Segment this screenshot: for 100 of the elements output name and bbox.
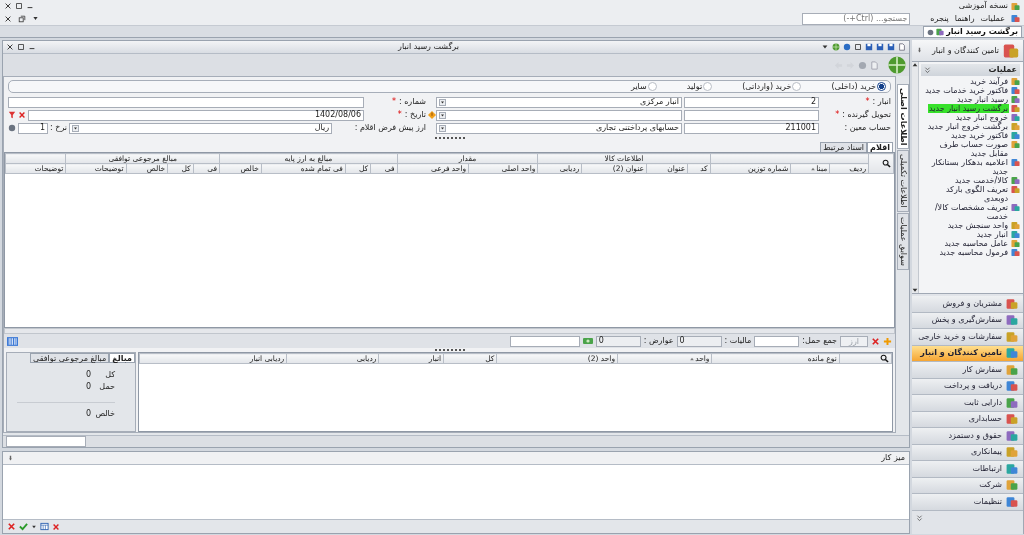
money-icon[interactable] — [582, 336, 593, 346]
search-field[interactable]: جستجو... (Ctrl+-) — [802, 12, 911, 25]
module-button[interactable]: سفارش کار — [912, 362, 1023, 379]
window-title: برگشت رسید انبار — [396, 42, 460, 52]
action-link[interactable]: صورت حساب طرف مقابل جدید — [921, 140, 1020, 158]
save-icon[interactable] — [865, 43, 873, 51]
radio-option[interactable]: خرید (داخلی) — [831, 81, 886, 92]
caret-icon[interactable] — [31, 523, 37, 530]
maximize-icon[interactable] — [15, 2, 23, 10]
action-link[interactable]: برگشت خروج انبار جدید — [921, 122, 1020, 131]
scrollbar[interactable] — [912, 62, 919, 293]
tile-icon — [1006, 396, 1018, 409]
radio-button[interactable] — [647, 82, 657, 91]
dropdown-icon[interactable] — [72, 124, 80, 132]
amount-value: 0 — [85, 381, 91, 392]
close-icon[interactable] — [927, 28, 935, 36]
dropdown-field[interactable]: انبار مرکزی — [436, 96, 682, 108]
action-link[interactable]: فرآیند خرید — [921, 77, 1020, 86]
input-field[interactable]: 0 — [595, 335, 641, 347]
barcode-icon[interactable] — [7, 335, 18, 347]
action-link[interactable]: اعلامیه بدهکار بستانکار جدید — [921, 158, 1020, 176]
input-field[interactable]: 211001 — [684, 122, 819, 134]
input-field[interactable]: 1 — [18, 122, 48, 134]
close-icon[interactable] — [4, 14, 12, 23]
filter-icon[interactable] — [8, 111, 16, 119]
pin-icon[interactable] — [7, 454, 14, 462]
module-button[interactable]: دارایی ثابت — [912, 395, 1023, 412]
restore-icon[interactable] — [18, 14, 26, 23]
side-tab[interactable]: اطلاعات تکمیلی — [897, 150, 909, 213]
side-tab[interactable]: سوابق عملیات — [897, 213, 909, 271]
tile-icon — [1011, 122, 1020, 131]
close-icon[interactable] — [6, 43, 14, 51]
save-icon[interactable] — [876, 43, 884, 51]
section-header[interactable]: عملیات — [921, 64, 1020, 76]
delete-icon[interactable] — [871, 336, 880, 346]
dropdown-icon[interactable] — [439, 111, 446, 119]
action-link[interactable]: واحد سنجش جدید — [921, 221, 1020, 230]
caret-icon[interactable] — [821, 43, 829, 51]
amount-value: 0 — [85, 370, 91, 380]
input-field[interactable] — [754, 335, 800, 347]
tab[interactable]: مبالغ مرجوعی توافقی — [30, 353, 110, 363]
action-link[interactable]: تعریف الگوی بارکد دوبعدی — [921, 185, 1020, 203]
action-link[interactable]: فاکتور خرید خدمات جدید — [921, 86, 1020, 95]
input-field[interactable] — [509, 335, 580, 347]
close-icon[interactable] — [4, 2, 12, 10]
input-field[interactable] — [684, 109, 819, 121]
module-button[interactable]: ارتباطات — [912, 461, 1023, 478]
module-button[interactable]: سفارشات و خرید خارجی — [912, 329, 1023, 346]
search-icon[interactable] — [880, 354, 889, 364]
dropdown-field[interactable]: ریال — [69, 122, 332, 134]
module-button[interactable]: حقوق و دستمزد — [912, 428, 1023, 445]
module-button[interactable]: تنظیمات — [912, 494, 1023, 511]
action-link[interactable]: فرمول محاسبه جدید — [921, 248, 1020, 257]
calendar-icon[interactable] — [40, 522, 49, 531]
action-link[interactable]: خروج انبار جدید — [921, 113, 1020, 122]
radio-button[interactable] — [792, 82, 802, 91]
dropdown-icon[interactable] — [439, 98, 446, 106]
dropdown-field[interactable]: حسابهای پرداختنی تجاری — [436, 122, 682, 134]
radio-option[interactable]: خرید (وارداتی) — [742, 81, 802, 92]
search-icon[interactable] — [882, 159, 891, 169]
action-link[interactable]: تعریف مشخصات کالا/خدمت — [921, 203, 1020, 221]
scrollbar[interactable] — [4, 328, 895, 334]
module-button[interactable]: مشتریان و فروش — [912, 296, 1023, 313]
globe-icon[interactable] — [832, 43, 840, 51]
document-icon[interactable] — [898, 43, 906, 51]
clear-icon[interactable] — [18, 111, 26, 119]
side-tab[interactable]: اطلاعات اصلی — [897, 84, 909, 150]
scroll-down-icon[interactable] — [912, 287, 918, 293]
tile-icon — [1011, 77, 1020, 86]
collapse-icon[interactable] — [924, 66, 931, 74]
menu-item[interactable]: راهنما — [954, 13, 975, 24]
action-link[interactable]: فاکتور خرید جدید — [921, 131, 1020, 140]
radio-button[interactable] — [703, 82, 713, 91]
action-link[interactable]: رسید انبار جدید — [921, 95, 1020, 104]
tile-icon — [1003, 42, 1019, 59]
delete-icon[interactable] — [7, 522, 16, 531]
caret-icon[interactable] — [32, 15, 39, 22]
input-field[interactable] — [8, 96, 364, 108]
dropdown-icon[interactable] — [439, 124, 446, 132]
input-field[interactable] — [6, 436, 86, 447]
radio-option[interactable]: سایر — [630, 81, 657, 92]
pin-icon[interactable] — [916, 47, 923, 54]
warning-icon[interactable] — [428, 111, 436, 119]
radio-button[interactable] — [877, 82, 886, 91]
radio-option[interactable]: تولید — [686, 81, 713, 92]
header-cell — [5, 153, 66, 164]
check-icon[interactable] — [19, 522, 28, 531]
action-link[interactable]: عامل محاسبه جدید — [921, 239, 1020, 248]
action-link[interactable]: انبار جدید — [921, 230, 1020, 239]
input-field[interactable]: 2 — [684, 96, 819, 108]
save-icon[interactable] — [887, 43, 895, 51]
action-link[interactable]: کالا/خدمت جدید — [921, 176, 1020, 185]
menu-item[interactable]: پنجره — [930, 13, 949, 24]
dropdown-field[interactable] — [436, 109, 682, 121]
input-field[interactable]: 1402/08/06 — [28, 109, 364, 121]
document-tab[interactable]: برگشت رسید انبار — [923, 26, 1022, 37]
tab[interactable]: مبالغ — [109, 353, 135, 363]
input-field[interactable]: 0 — [676, 335, 722, 347]
menu-item[interactable]: عملیات — [980, 13, 1005, 24]
maximize-icon[interactable] — [17, 43, 25, 51]
